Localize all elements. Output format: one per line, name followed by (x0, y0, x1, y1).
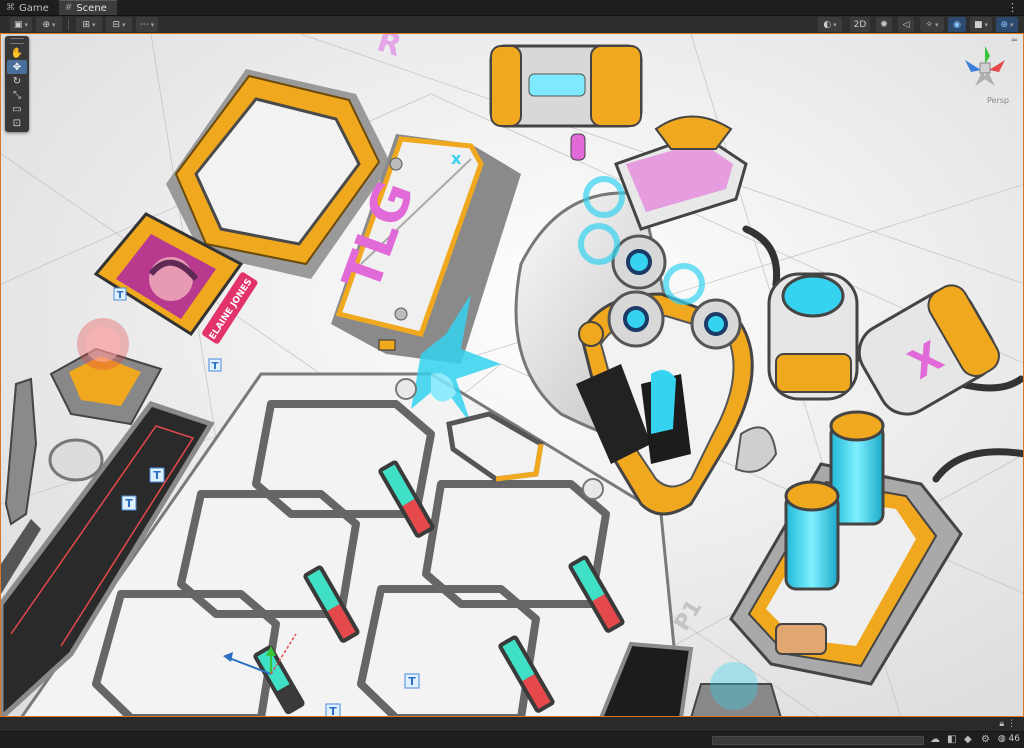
cloud-icon[interactable]: ☁ (930, 734, 940, 745)
kebab-menu-icon[interactable]: ⋮ (1007, 719, 1016, 729)
lock-icon[interactable]: 🔒︎ (999, 719, 1004, 729)
text-gizmo-icon: T (153, 469, 161, 482)
chevron-down-icon: ▾ (984, 20, 989, 29)
progress-bar (712, 736, 924, 745)
disc-token (48, 438, 104, 482)
text-gizmo-icon: T (408, 675, 416, 688)
sphere-icon: ◐ (823, 19, 832, 30)
status-top-icons: 🔒︎ ⋮ (999, 719, 1016, 729)
lighting-button[interactable]: ✺ (876, 17, 892, 32)
drag-grip[interactable] (10, 38, 24, 44)
snap-icon: ⊟ (112, 19, 121, 30)
chevron-down-icon: ▾ (92, 20, 96, 29)
gizmos-icon: ⊕ (1000, 19, 1009, 30)
gamepad-icon: ⌘ (6, 3, 15, 13)
render-paths-button[interactable]: ⊕ ▾ (36, 17, 62, 32)
text-gizmo-icon: T (125, 497, 133, 510)
rect-icon: ▭ (12, 103, 22, 115)
chevron-down-icon: ▾ (122, 20, 126, 29)
text-gizmo-icon: T (212, 361, 219, 372)
scale-tool-button[interactable]: ⤡ (7, 88, 27, 102)
chevron-down-icon: ▾ (52, 20, 56, 29)
tab-scene-label: Scene (76, 2, 107, 14)
chevron-down-icon: ▾ (24, 20, 29, 29)
build-icon[interactable]: ◆ (964, 734, 972, 745)
tab-scene[interactable]: # Scene (58, 0, 117, 15)
draw-mode-icon: ▣ (13, 19, 23, 30)
ruler-icon: ⋯ (139, 19, 149, 30)
rect-tool-button[interactable]: ▭ (7, 102, 27, 116)
rotate-icon: ↻ (12, 75, 22, 87)
tab-game[interactable]: ⌘ Game (0, 1, 59, 15)
increment-snap-button[interactable]: ⋯ ▾ (136, 17, 158, 32)
grid-snap-button[interactable]: ⊞ ▾ (76, 17, 102, 32)
warning-icon: ◍ (997, 734, 1006, 744)
toggle-2d-label: 2D (853, 19, 867, 30)
text-gizmo-icon: T (329, 705, 337, 717)
editor-tab-bar: ⌘ Game # Scene ⋮ (0, 0, 1024, 16)
hand-tool-button[interactable]: ✋ (7, 46, 27, 60)
console-badge-count: 46 (1008, 734, 1020, 744)
scale-icon: ⤡ (13, 89, 21, 101)
toggle-2d-button[interactable]: 2D (850, 17, 870, 32)
tab-game-label: Game (19, 2, 49, 14)
effects-icon: ✧ (925, 19, 934, 30)
transform-icon: ⊡ (12, 117, 22, 129)
grid-snap-icon: ⊞ (82, 19, 91, 30)
sphere-marker (395, 378, 417, 400)
scene-visibility-button[interactable]: ◉ (948, 17, 966, 32)
gizmos-button[interactable]: ⊕ ▾ (996, 17, 1018, 32)
transform-tool-button[interactable]: ⊡ (7, 116, 27, 130)
scene-toolbar: ▣ ▾ ⊕ ▾ ⊞ ▾ ⊟ ▾ ⋯ ▾ ◐ ▾ 2D ✺ ◁ ✧ ▾ ◉ ■ ▾ ⊕ ▾ (0, 16, 1024, 34)
sphere-marker (582, 478, 604, 500)
shading-mode-button[interactable]: ◐ ▾ (818, 17, 842, 32)
draw-mode-button[interactable]: ▣ ▾ (10, 17, 32, 32)
camera-icon: ■ (973, 19, 983, 30)
chevron-down-icon: ▾ (833, 20, 837, 29)
speaker-icon: ◁ (902, 19, 910, 30)
settings-icon[interactable]: ⚙ (981, 734, 990, 745)
chevron-down-icon: ▾ (935, 20, 939, 29)
status-row: ☁ ◧ ◆ ⚙ ◍ 46 (0, 731, 1024, 748)
gizmo-menu-icon[interactable]: ═ (1012, 36, 1017, 46)
chevron-down-icon: ▾ (150, 20, 155, 29)
effects-button[interactable]: ✧ ▾ (920, 17, 944, 32)
snap-increment-button[interactable]: ⊟ ▾ (106, 17, 132, 32)
console-badge[interactable]: ◍ 46 (998, 734, 1020, 744)
camera-button[interactable]: ■ ▾ (970, 17, 992, 32)
tab-menu-icon[interactable]: ⋮ (1007, 1, 1018, 14)
globe-icon: ⊕ (42, 19, 51, 30)
grid-icon: # (64, 3, 73, 13)
status-bar: 🔒︎ ⋮ ☁ ◧ ◆ ⚙ ◍ 46 (0, 717, 1024, 748)
scene-render[interactable]: R P1 ELAINE JONES TLG x X T T T T T T (1, 34, 1024, 717)
hand-icon: ✋ (10, 47, 24, 59)
projection-label[interactable]: Persp (987, 96, 1009, 105)
scene-viewport[interactable]: R P1 ELAINE JONES TLG x X T T T T T T ✋ … (0, 33, 1024, 717)
tlg-box-mark: x (451, 149, 462, 168)
move-tool-button[interactable]: ✥ (7, 60, 27, 74)
audio-button[interactable]: ◁ (898, 17, 914, 32)
toolbar-divider (68, 19, 69, 30)
scene-tools-panel: ✋ ✥ ↻ ⤡ ▭ ⊡ (5, 36, 29, 132)
text-gizmo-icon: T (117, 290, 124, 301)
chevron-down-icon: ▾ (1010, 20, 1014, 29)
notifications-icon[interactable]: ◧ (947, 734, 956, 745)
lightbulb-icon: ✺ (880, 19, 888, 30)
move-icon: ✥ (12, 61, 22, 73)
rotate-tool-button[interactable]: ↻ (7, 74, 27, 88)
eye-slash-icon: ◉ (953, 19, 961, 30)
